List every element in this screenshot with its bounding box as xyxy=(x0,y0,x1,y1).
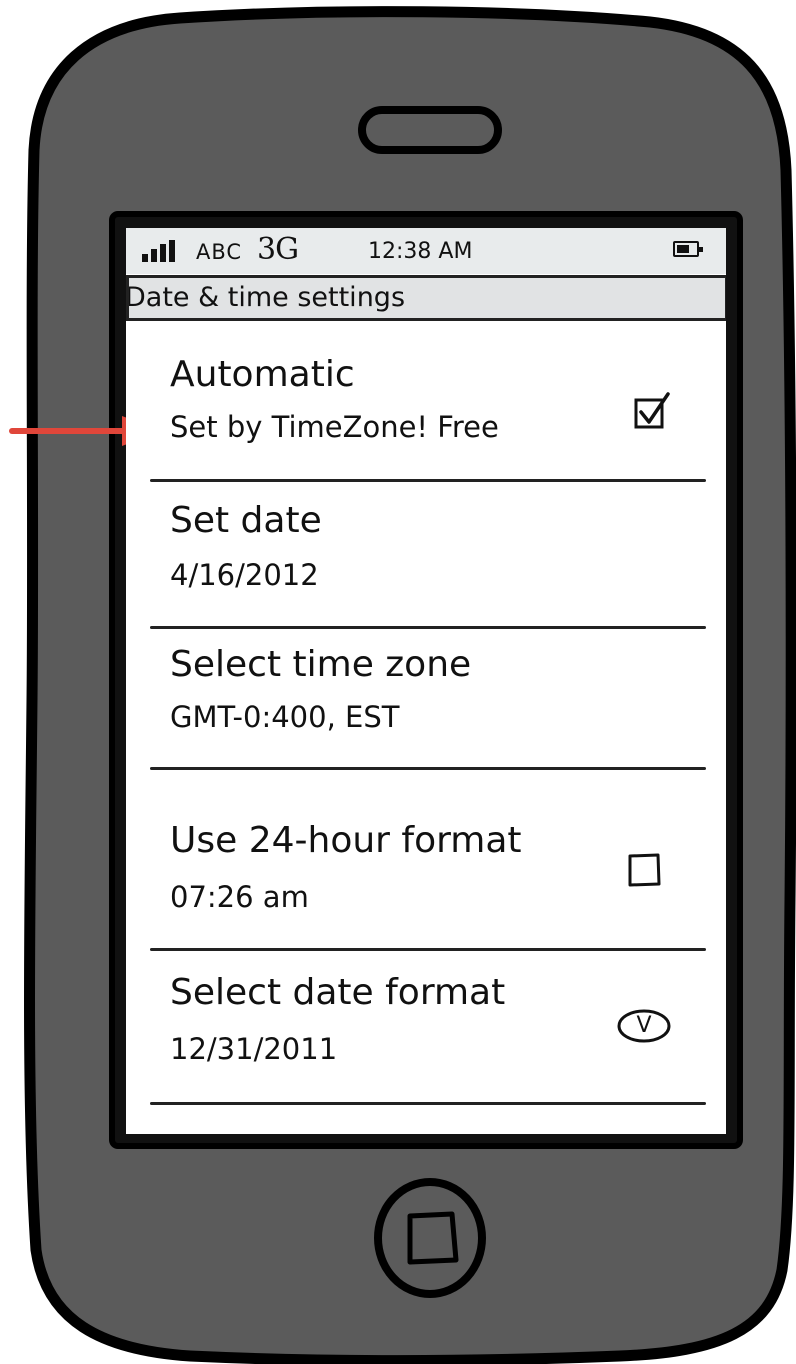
battery-icon xyxy=(673,241,703,257)
phone-screen: ABC 3G 12:38 AM Date & time settings Aut… xyxy=(126,228,726,1134)
home-button xyxy=(374,1178,486,1298)
setting-subtitle: Set by TimeZone! Free xyxy=(170,410,499,444)
signal-bars-icon xyxy=(142,240,182,262)
page-title: Date & time settings xyxy=(126,282,406,313)
dropdown-chevron-icon[interactable]: V xyxy=(616,1008,672,1044)
setting-subtitle: 4/16/2012 xyxy=(170,558,319,592)
setting-subtitle: 07:26 am xyxy=(170,880,309,914)
network-type: 3G xyxy=(257,232,299,267)
carrier-name: ABC xyxy=(196,240,243,264)
setting-title: Select date format xyxy=(170,972,506,1013)
setting-subtitle: GMT-0:400, EST xyxy=(170,700,400,734)
setting-time-zone[interactable]: Select time zone GMT-0:400, EST xyxy=(150,634,706,764)
mockup-stage: ABC 3G 12:38 AM Date & time settings Aut… xyxy=(0,0,796,1364)
setting-automatic[interactable]: Automatic Set by TimeZone! Free xyxy=(150,348,706,478)
row-divider xyxy=(150,626,706,629)
earpiece-speaker xyxy=(358,106,502,154)
setting-title: Set date xyxy=(170,500,322,541)
title-bar: Date & time settings xyxy=(126,275,726,321)
setting-set-date[interactable]: Set date 4/16/2012 xyxy=(150,490,706,624)
setting-title: Automatic xyxy=(170,354,355,395)
setting-title: Select time zone xyxy=(170,644,472,685)
checkbox-unchecked-icon[interactable] xyxy=(626,852,662,888)
checkbox-checked-icon[interactable] xyxy=(632,392,672,432)
dropdown-glyph: V xyxy=(636,1013,652,1038)
row-divider xyxy=(150,479,706,482)
row-divider xyxy=(150,1102,706,1105)
row-divider xyxy=(150,948,706,951)
status-time: 12:38 AM xyxy=(368,239,473,264)
setting-date-format[interactable]: Select date format 12/31/2011 V xyxy=(150,958,706,1098)
setting-subtitle: 12/31/2011 xyxy=(170,1032,338,1066)
setting-24-hour-format[interactable]: Use 24-hour format 07:26 am xyxy=(150,808,706,938)
setting-title: Use 24-hour format xyxy=(170,820,522,861)
row-divider xyxy=(150,767,706,770)
status-bar: ABC 3G 12:38 AM xyxy=(126,228,726,274)
